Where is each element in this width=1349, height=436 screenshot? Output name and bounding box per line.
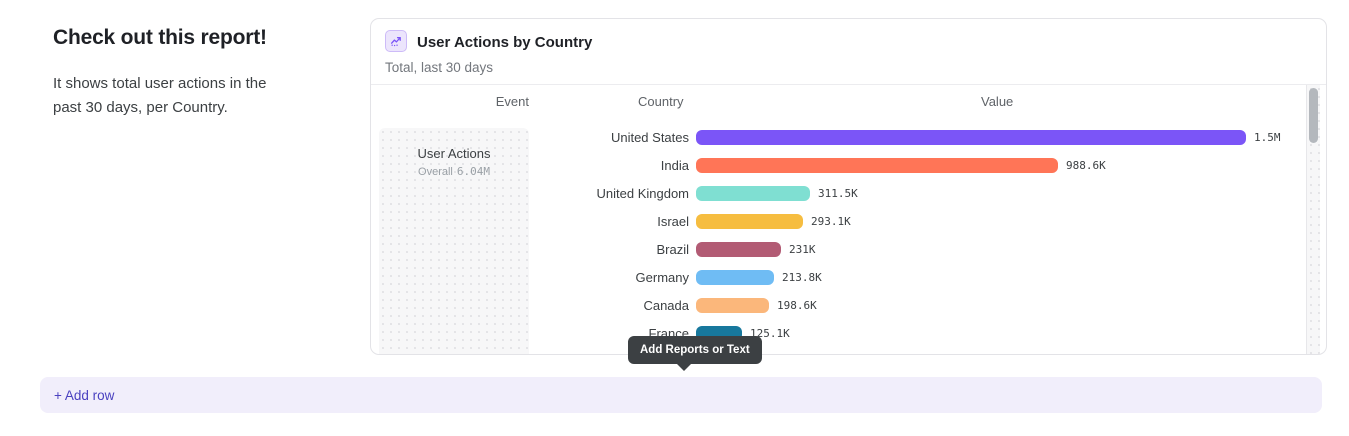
column-header-value: Value	[981, 94, 1013, 109]
chart-row: United Kingdom 311.5K	[371, 179, 1304, 207]
chart-row: France 125.1K	[371, 319, 1304, 347]
value-bar[interactable]	[696, 214, 803, 229]
page-description: It shows total user actions in the past …	[53, 72, 293, 120]
country-label: Israel	[371, 214, 689, 229]
page-title: Check out this report!	[53, 26, 303, 50]
chart-rows: United States 1.5M India 988.6K United K…	[371, 123, 1304, 347]
chart-row: India 988.6K	[371, 151, 1304, 179]
value-bar[interactable]	[696, 158, 1058, 173]
add-row-label: + Add row	[54, 388, 114, 403]
line-chart-icon	[385, 30, 407, 52]
country-label: United States	[371, 130, 689, 145]
chart-row: United States 1.5M	[371, 123, 1304, 151]
value-label: 231K	[789, 243, 816, 256]
report-title: User Actions by Country	[417, 34, 592, 51]
chart-row: Germany 213.8K	[371, 263, 1304, 291]
country-label: Canada	[371, 298, 689, 313]
report-card-header: User Actions by Country Total, last 30 d…	[371, 19, 1326, 84]
value-bar[interactable]	[696, 186, 810, 201]
column-header-country: Country	[638, 94, 684, 109]
tooltip-label: Add Reports or Text	[640, 344, 750, 356]
country-label: United Kingdom	[371, 186, 689, 201]
value-label: 293.1K	[811, 215, 851, 228]
report-chart-area: Event Country Value User Actions Overall…	[371, 84, 1326, 354]
value-label: 213.8K	[782, 271, 822, 284]
column-header-event: Event	[379, 94, 529, 109]
report-card[interactable]: User Actions by Country Total, last 30 d…	[370, 18, 1327, 355]
value-label: 198.6K	[777, 299, 817, 312]
value-bar[interactable]	[696, 270, 774, 285]
intro-section: Check out this report! It shows total us…	[53, 26, 303, 120]
chart-row: Brazil 231K	[371, 235, 1304, 263]
add-row-button[interactable]: + Add row	[40, 377, 1322, 413]
vertical-scrollbar-thumb[interactable]	[1309, 88, 1318, 143]
report-subtitle: Total, last 30 days	[385, 60, 493, 75]
tooltip-arrow-icon	[676, 363, 692, 371]
value-bar[interactable]	[696, 242, 781, 257]
country-label: India	[371, 158, 689, 173]
value-bar[interactable]	[696, 298, 769, 313]
vertical-scrollbar-track[interactable]	[1306, 85, 1320, 354]
add-reports-tooltip: Add Reports or Text	[628, 336, 762, 364]
country-label: Germany	[371, 270, 689, 285]
value-bar[interactable]	[696, 130, 1246, 145]
chart-row: Israel 293.1K	[371, 207, 1304, 235]
country-label: Brazil	[371, 242, 689, 257]
value-label: 1.5M	[1254, 131, 1281, 144]
value-label: 311.5K	[818, 187, 858, 200]
value-label: 988.6K	[1066, 159, 1106, 172]
chart-row: Canada 198.6K	[371, 291, 1304, 319]
